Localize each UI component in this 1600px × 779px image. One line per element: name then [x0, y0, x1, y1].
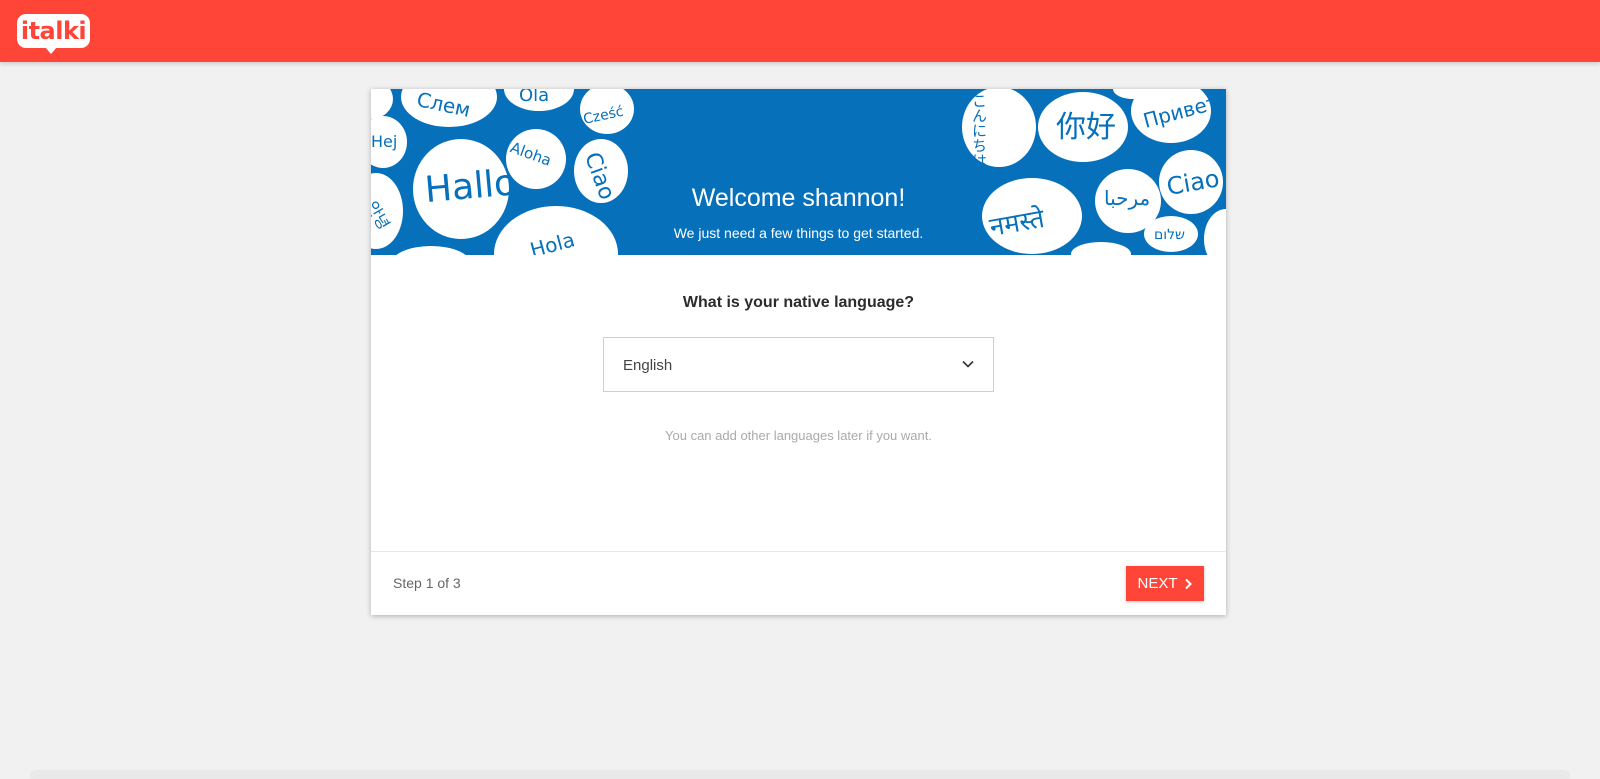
next-button[interactable]: NEXT	[1126, 566, 1204, 601]
svg-text:Ola: Ola	[519, 89, 549, 106]
logo-text: italki	[20, 17, 87, 45]
add-languages-hint: You can add other languages later if you…	[665, 428, 932, 443]
page-bottom-shade	[30, 770, 1570, 779]
svg-text:こんにちは: こんにちは	[970, 93, 988, 168]
top-navigation-bar: italki	[0, 0, 1600, 62]
native-language-question: What is your native language?	[682, 294, 915, 311]
welcome-subtitle: We just need a few things to get started…	[673, 225, 924, 241]
step-indicator: Step 1 of 3	[393, 575, 461, 591]
chevron-down-icon	[962, 360, 974, 368]
native-language-select[interactable]: English	[603, 337, 994, 392]
selected-language-value: English	[623, 357, 673, 374]
onboarding-card: Слем Ola Cześć Hej Aloha Ciao Hallo 안녕 H…	[371, 89, 1226, 615]
chevron-right-icon	[1184, 578, 1192, 589]
svg-text:你好: 你好	[1056, 110, 1116, 145]
welcome-banner: Слем Ola Cześć Hej Aloha Ciao Hallo 안녕 H…	[371, 89, 1226, 255]
next-button-label: NEXT	[1137, 575, 1178, 592]
footer-divider	[371, 551, 1226, 552]
italki-logo[interactable]: italki	[17, 14, 90, 54]
svg-text:Hej: Hej	[371, 132, 397, 151]
welcome-title: Welcome shannon!	[691, 184, 906, 212]
